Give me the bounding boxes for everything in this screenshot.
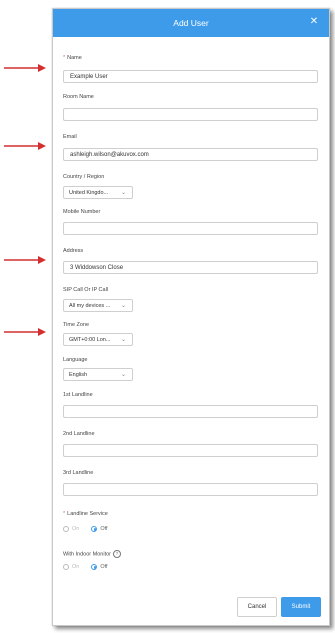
dialog-title: Add User [173,18,209,28]
chevron-down-icon: ⌄ [121,372,127,378]
indoor-monitor-on-option[interactable]: On [63,564,79,570]
landline-service-label: * Landline Service [63,511,108,517]
annotation-arrow-timezone [4,327,46,337]
landline1-input[interactable] [63,405,318,418]
email-input[interactable]: ashleigh.wilson@akuvox.com [63,148,318,161]
close-icon[interactable]: ✕ [309,17,319,27]
add-user-dialog: Add User ✕ * Name Example User Room Name … [52,8,330,626]
radio-selected-icon [91,564,98,570]
landline2-input[interactable] [63,444,318,457]
timezone-select[interactable]: GMT+0:00 Lon... ⌄ [63,333,133,346]
chevron-down-icon: ⌄ [121,303,127,309]
annotation-arrow-name [4,63,46,73]
mobile-label: Mobile Number [63,209,101,215]
cancel-button[interactable]: Cancel [237,597,277,617]
email-label: Email [63,134,77,140]
address-input[interactable]: 3 Widdowson Close [63,261,318,274]
chevron-down-icon: ⌄ [121,337,127,343]
country-select[interactable]: United Kingdo... ⌄ [63,186,133,199]
country-label: Country / Region [63,174,105,180]
landline1-label: 1st Landline [63,392,93,398]
help-icon[interactable]: ? [113,550,121,558]
name-label: * Name [63,55,82,61]
sip-select[interactable]: All my devices ... ⌄ [63,299,133,312]
dialog-header: Add User ✕ [53,9,329,37]
radio-icon [63,526,69,532]
radio-icon [63,564,69,570]
language-label: Language [63,357,88,363]
chevron-down-icon: ⌄ [121,190,127,196]
radio-selected-icon [91,526,98,532]
sip-label: SIP Call Or IP Call [63,287,109,293]
annotation-arrow-email [4,141,46,151]
language-select[interactable]: English ⌄ [63,368,133,381]
landline2-label: 2nd Landline [63,431,95,437]
annotation-arrow-address [4,255,46,265]
submit-button[interactable]: Submit [281,597,321,617]
room-name-input[interactable] [63,108,318,121]
name-input[interactable]: Example User [63,70,318,83]
address-label: Address [63,248,84,254]
landline3-label: 3rd Landline [63,470,94,476]
indoor-monitor-label: With Indoor Monitor? [63,550,121,558]
indoor-monitor-off-option[interactable]: Off [91,564,108,570]
landline-service-off-option[interactable]: Off [91,526,108,532]
mobile-input[interactable] [63,222,318,235]
landline-service-radio-group: On Off [63,526,116,532]
landline-service-on-option[interactable]: On [63,526,79,532]
indoor-monitor-radio-group: On Off [63,564,116,570]
landline3-input[interactable] [63,483,318,496]
timezone-label: Time Zone [63,322,90,328]
room-name-label: Room Name [63,94,94,100]
